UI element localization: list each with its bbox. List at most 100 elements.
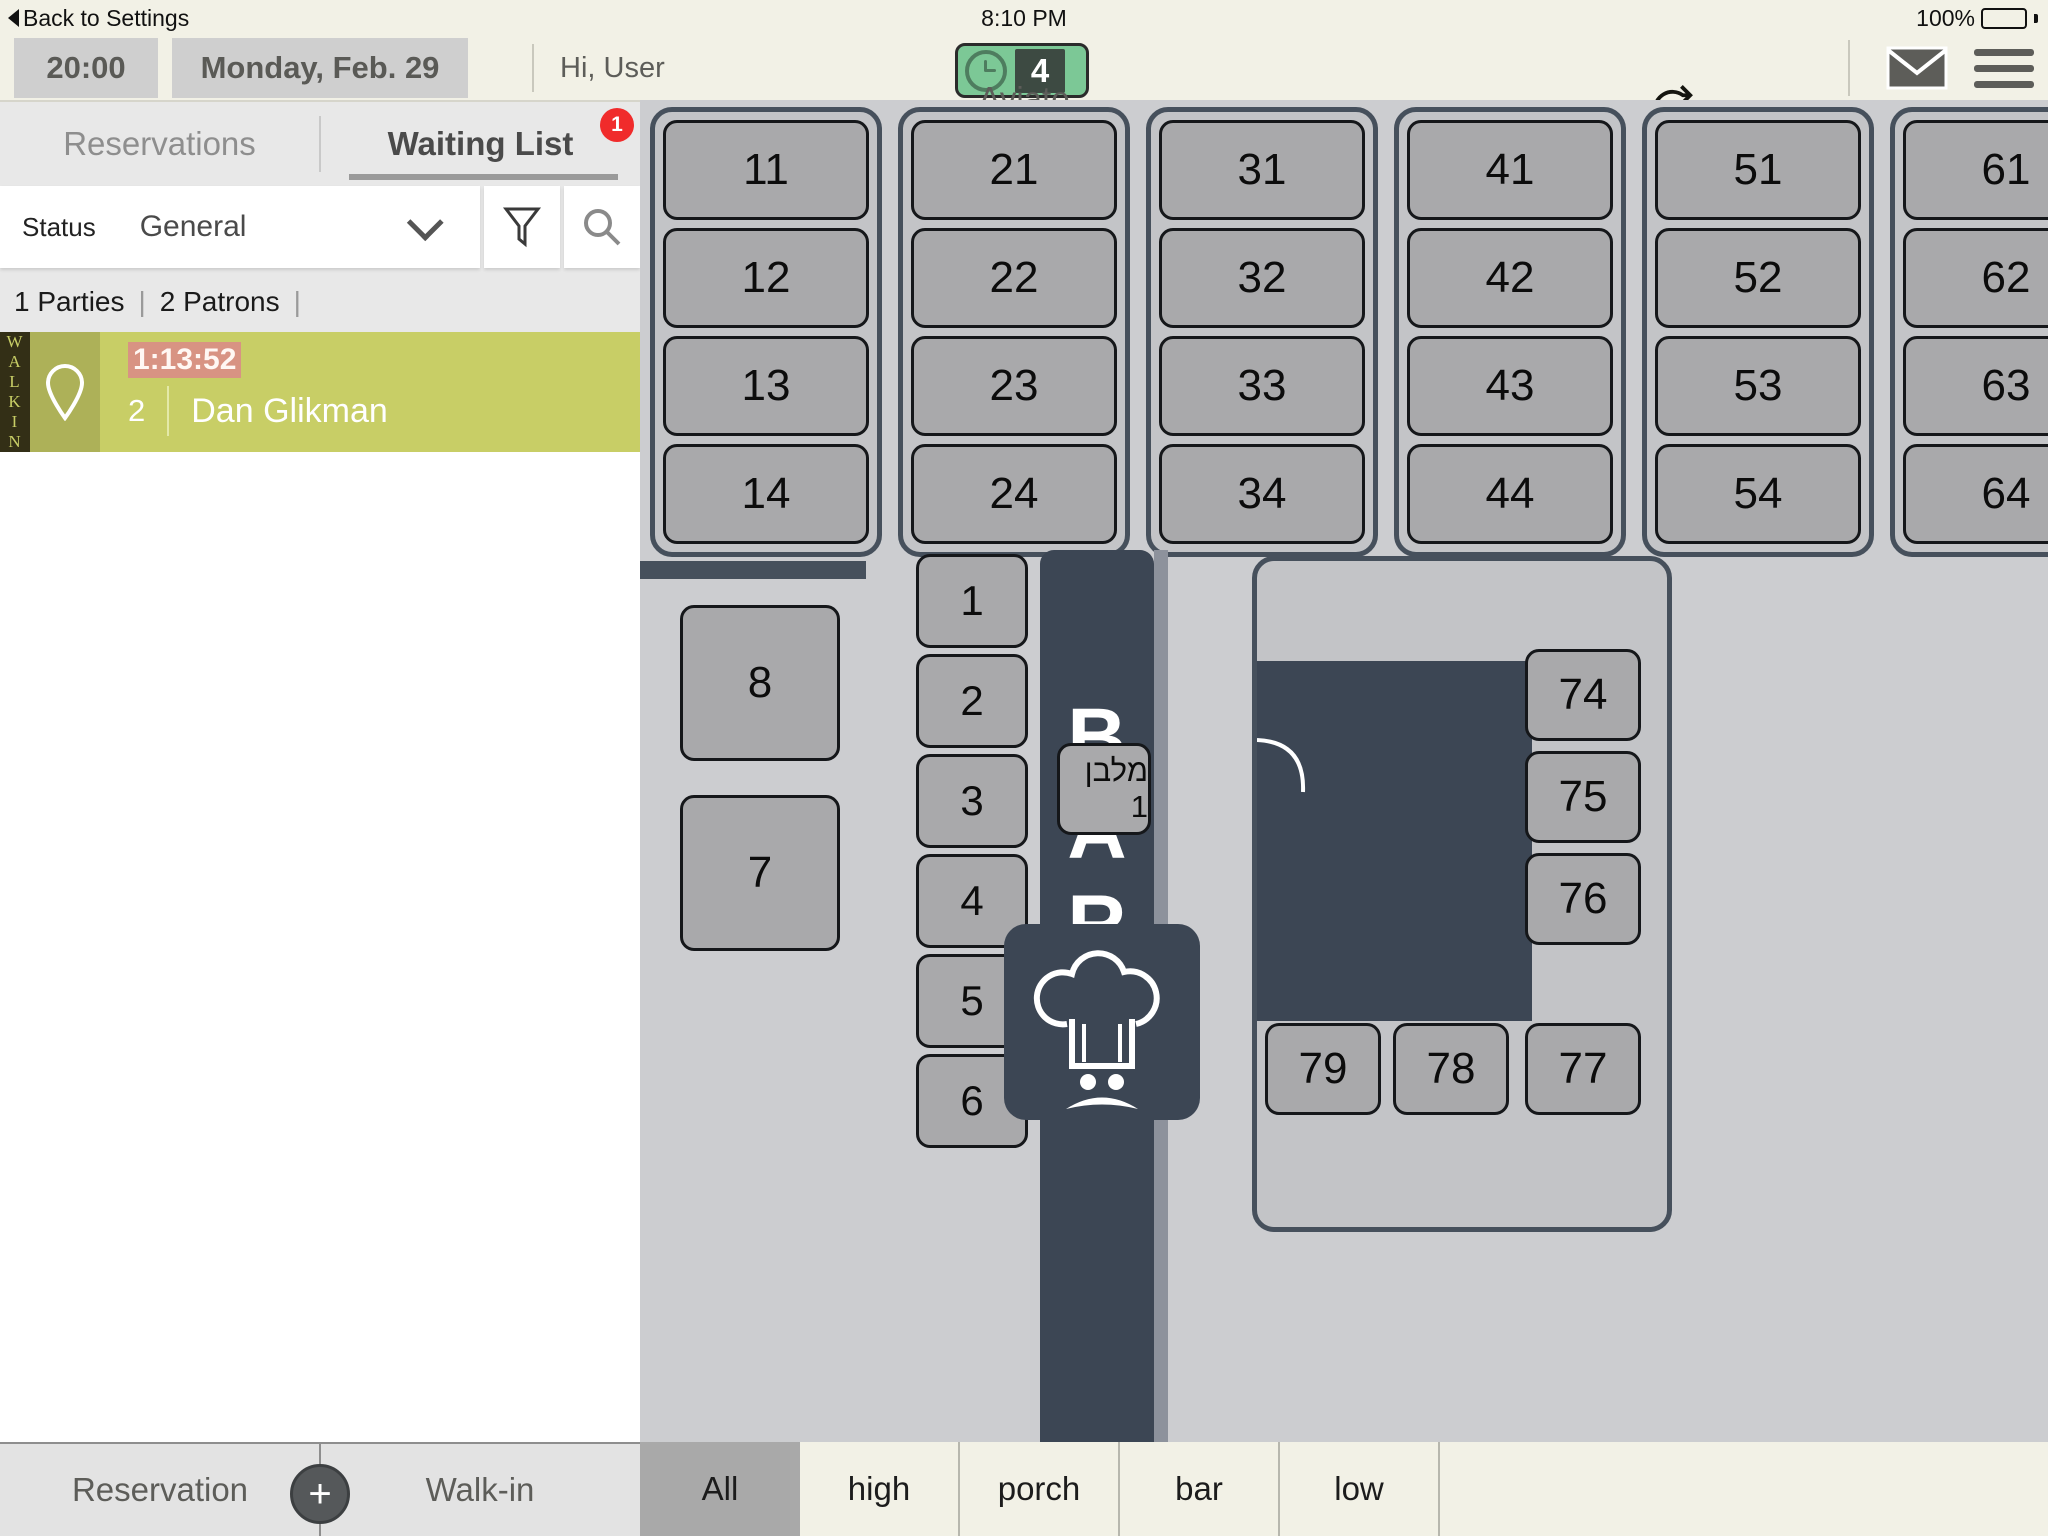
table-31[interactable]: 31 bbox=[1159, 120, 1365, 220]
app-root: Back to Settings 8:10 PM 100% 20:00 Mond… bbox=[0, 0, 2048, 1536]
summary-divider-2: | bbox=[293, 286, 301, 317]
table-malben-1[interactable]: מלבן 1 bbox=[1057, 743, 1151, 835]
table-14[interactable]: 14 bbox=[663, 444, 869, 544]
parties-count: 1 Parties bbox=[14, 286, 125, 317]
table-76[interactable]: 76 bbox=[1525, 853, 1641, 945]
table-75[interactable]: 75 bbox=[1525, 751, 1641, 843]
zone-tab-porch[interactable]: porch bbox=[960, 1442, 1120, 1536]
summary-divider-1: | bbox=[138, 286, 146, 317]
left-panel: Reservations Waiting List 1 Status Gener… bbox=[0, 100, 640, 1442]
zone-tab-low[interactable]: low bbox=[1280, 1442, 1440, 1536]
ios-status-bar: Back to Settings 8:10 PM 100% bbox=[0, 0, 2048, 36]
table-21[interactable]: 21 bbox=[911, 120, 1117, 220]
table-43[interactable]: 43 bbox=[1407, 336, 1613, 436]
zone-tab-empty-space bbox=[1440, 1442, 2048, 1536]
table-78[interactable]: 78 bbox=[1393, 1023, 1509, 1115]
table-63[interactable]: 63 bbox=[1903, 336, 2048, 436]
status-label: Status bbox=[22, 211, 96, 242]
status-value: General bbox=[139, 210, 247, 243]
table-group-4: 41 42 43 44 bbox=[1394, 107, 1626, 557]
funnel-filter-icon bbox=[502, 207, 542, 248]
table-1[interactable]: 1 bbox=[916, 554, 1028, 648]
table-group-1: 11 12 13 14 bbox=[650, 107, 882, 557]
new-reservation-button[interactable]: Reservation bbox=[0, 1471, 320, 1509]
walkin-type-tag: WALKIN bbox=[0, 332, 30, 452]
table-61[interactable]: 61 bbox=[1903, 120, 2048, 220]
table-13[interactable]: 13 bbox=[663, 336, 869, 436]
table-53[interactable]: 53 bbox=[1655, 336, 1861, 436]
walkin-pin-cell bbox=[30, 332, 100, 452]
table-42[interactable]: 42 bbox=[1407, 228, 1613, 328]
tab-reservations[interactable]: Reservations bbox=[0, 102, 319, 186]
table-2[interactable]: 2 bbox=[916, 654, 1028, 748]
filter-button[interactable] bbox=[484, 186, 560, 268]
guest-name: Dan Glikman bbox=[191, 391, 388, 430]
table-group-6: 61 62 63 64 bbox=[1890, 107, 2048, 557]
table-64[interactable]: 64 bbox=[1903, 444, 2048, 544]
wait-timer: 1:13:52 bbox=[128, 342, 242, 378]
waiting-summary: 1 Parties | 2 Patrons | bbox=[0, 272, 640, 332]
battery-icon bbox=[1981, 7, 2027, 29]
zone-tab-bar[interactable]: bar bbox=[1120, 1442, 1280, 1536]
kitchen-area bbox=[1004, 924, 1200, 1120]
hamburger-menu-icon[interactable] bbox=[1974, 48, 2034, 88]
bottom-action-bar: Reservation Walk-in + bbox=[0, 1442, 640, 1536]
table-54[interactable]: 54 bbox=[1655, 444, 1861, 544]
table-8[interactable]: 8 bbox=[680, 605, 840, 761]
zone-tab-bar: All high porch bar low bbox=[640, 1442, 2048, 1536]
chef-hat-icon bbox=[1033, 950, 1160, 1109]
plus-icon[interactable]: + bbox=[290, 1464, 350, 1524]
waiting-entry-body: 1:13:52 2 Dan Glikman bbox=[100, 332, 640, 452]
location-pin-icon bbox=[45, 364, 85, 421]
table-group-3: 31 32 33 34 bbox=[1146, 107, 1378, 557]
table-group-5: 51 52 53 54 bbox=[1642, 107, 1874, 557]
search-button[interactable] bbox=[564, 186, 640, 268]
tab-waiting-list-label: Waiting List bbox=[387, 125, 574, 162]
table-62[interactable]: 62 bbox=[1903, 228, 2048, 328]
table-74[interactable]: 74 bbox=[1525, 649, 1641, 741]
zone-tab-high[interactable]: high bbox=[800, 1442, 960, 1536]
filter-bar: Status General bbox=[0, 186, 640, 272]
table-44[interactable]: 44 bbox=[1407, 444, 1613, 544]
room-arc-divider bbox=[1257, 738, 1306, 793]
waiting-entry-name-line: 2 Dan Glikman bbox=[128, 386, 640, 436]
table-24[interactable]: 24 bbox=[911, 444, 1117, 544]
chevron-down-icon bbox=[406, 204, 444, 242]
floor-plan: 11 12 13 14 21 22 23 24 31 32 33 34 41 4… bbox=[640, 100, 2048, 1442]
table-23[interactable]: 23 bbox=[911, 336, 1117, 436]
battery-status: 100% bbox=[1916, 0, 2038, 36]
table-3[interactable]: 3 bbox=[916, 754, 1028, 848]
table-51[interactable]: 51 bbox=[1655, 120, 1861, 220]
waiting-list-count-badge: 1 bbox=[600, 108, 634, 142]
table-12[interactable]: 12 bbox=[663, 228, 869, 328]
table-52[interactable]: 52 bbox=[1655, 228, 1861, 328]
table-41[interactable]: 41 bbox=[1407, 120, 1613, 220]
table-group-2: 21 22 23 24 bbox=[898, 107, 1130, 557]
wall-divider bbox=[640, 561, 866, 579]
tab-waiting-list[interactable]: Waiting List 1 bbox=[321, 102, 640, 186]
new-walkin-button[interactable]: Walk-in bbox=[320, 1471, 640, 1509]
zone-tab-all[interactable]: All bbox=[640, 1442, 800, 1536]
battery-tip bbox=[2034, 13, 2038, 23]
table-33[interactable]: 33 bbox=[1159, 336, 1365, 436]
waiting-list-row[interactable]: WALKIN 1:13:52 2 Dan Glikman bbox=[0, 332, 640, 452]
patrons-count: 2 Patrons bbox=[159, 286, 280, 317]
table-11[interactable]: 11 bbox=[663, 120, 869, 220]
battery-percent-label: 100% bbox=[1916, 5, 1975, 31]
table-7[interactable]: 7 bbox=[680, 795, 840, 951]
system-clock: 8:10 PM bbox=[981, 5, 1067, 31]
status-dropdown[interactable]: Status General bbox=[0, 186, 480, 268]
table-22[interactable]: 22 bbox=[911, 228, 1117, 328]
right-room-dark-zone bbox=[1257, 661, 1532, 1021]
app-header: 20:00 Monday, Feb. 29 Hi, User 4 Aviato bbox=[0, 36, 2048, 129]
panel-tabs: Reservations Waiting List 1 bbox=[0, 102, 640, 186]
top-table-groups: 11 12 13 14 21 22 23 24 31 32 33 34 41 4… bbox=[650, 107, 2048, 557]
envelope-icon[interactable] bbox=[1886, 45, 1948, 91]
right-room-group: 74 75 76 79 78 77 bbox=[1252, 556, 1672, 1232]
search-icon bbox=[584, 209, 621, 246]
table-32[interactable]: 32 bbox=[1159, 228, 1365, 328]
table-77[interactable]: 77 bbox=[1525, 1023, 1641, 1115]
table-34[interactable]: 34 bbox=[1159, 444, 1365, 544]
party-size: 2 bbox=[128, 393, 146, 428]
table-79[interactable]: 79 bbox=[1265, 1023, 1381, 1115]
